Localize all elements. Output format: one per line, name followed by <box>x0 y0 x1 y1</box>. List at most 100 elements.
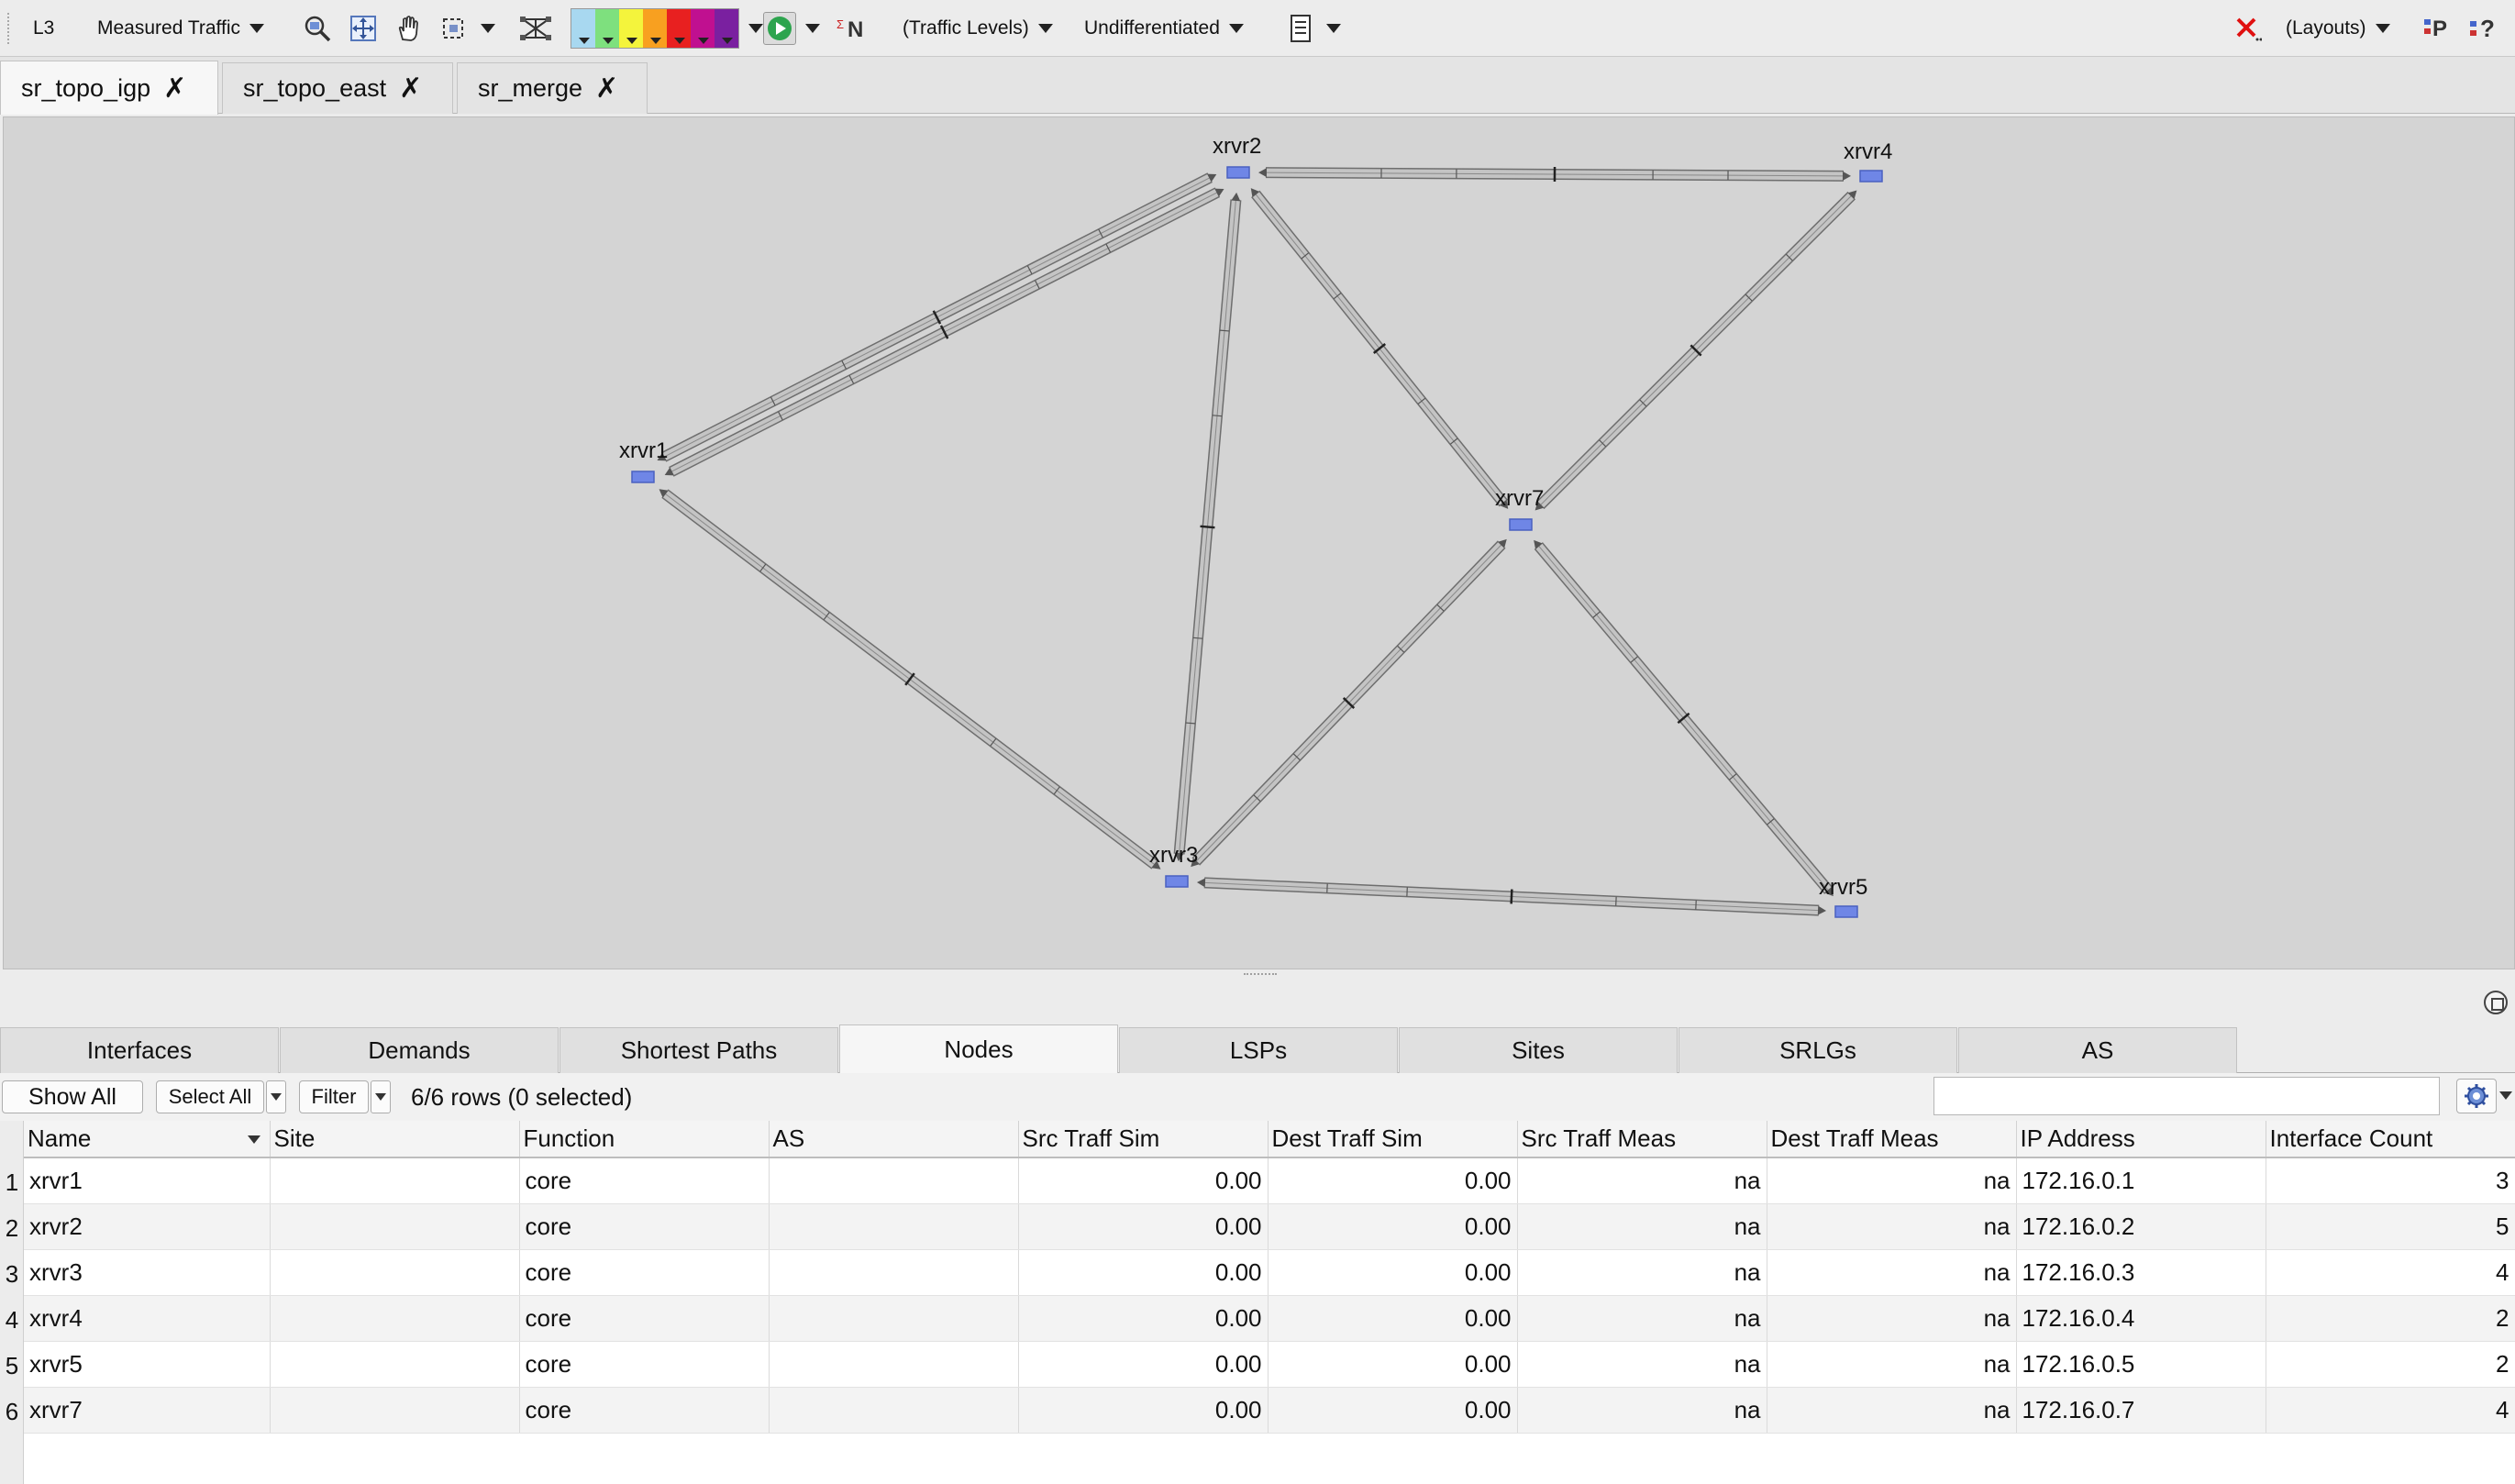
table-search-input[interactable] <box>1933 1077 2440 1115</box>
legend-swatch[interactable] <box>667 9 691 48</box>
row-number[interactable]: 6 <box>0 1389 24 1434</box>
show-all-button[interactable]: Show All <box>2 1080 143 1113</box>
column-header-site[interactable]: Site <box>270 1121 520 1158</box>
close-icon[interactable]: ✗ <box>595 72 618 105</box>
column-header-src-traff-sim[interactable]: Src Traff Sim <box>1018 1121 1269 1158</box>
link-xrvr4-xrvr7[interactable] <box>1534 190 1857 511</box>
node-xrvr4[interactable] <box>1859 170 1883 183</box>
node-label[interactable]: xrvr3 <box>1149 843 1198 869</box>
topology-canvas[interactable]: xrvr1 xrvr2 xrvr3 xrvr4 xrvr5 xrvr7 <box>3 116 2515 969</box>
node-xrvr2[interactable] <box>1226 166 1250 179</box>
node-label[interactable]: xrvr2 <box>1213 134 1261 160</box>
node-xrvr3[interactable] <box>1165 875 1189 888</box>
tab-sites[interactable]: Sites <box>1399 1027 1678 1073</box>
row-number[interactable]: 2 <box>0 1205 24 1251</box>
row-number[interactable]: 4 <box>0 1297 24 1343</box>
tab-sr-merge[interactable]: sr_merge ✗ <box>457 62 648 114</box>
help-icon[interactable]: ? <box>2467 0 2500 57</box>
table-row[interactable]: xrvr4 core 0.00 0.00 na na 172.16.0.4 2 <box>24 1295 2515 1342</box>
column-header-dest-traff-meas[interactable]: Dest Traff Meas <box>1767 1121 2017 1158</box>
link-xrvr3-xrvr5[interactable] <box>1196 877 1827 916</box>
row-number[interactable]: 3 <box>0 1251 24 1297</box>
column-header-function[interactable]: Function <box>519 1121 770 1158</box>
table-settings-dropdown[interactable] <box>2497 1079 2515 1113</box>
node-xrvr5[interactable] <box>1834 905 1858 918</box>
link-xrvr1-xrvr2[interactable] <box>664 187 1224 477</box>
restore-panel-icon[interactable] <box>2484 991 2508 1014</box>
fit-icon[interactable] <box>347 0 380 57</box>
link-xrvr1-xrvr2[interactable] <box>657 172 1217 462</box>
row-number[interactable]: 1 <box>0 1159 24 1205</box>
node-label[interactable]: xrvr1 <box>619 438 668 464</box>
select-all-button[interactable]: Select All <box>156 1080 264 1113</box>
node-xrvr7[interactable] <box>1509 518 1533 531</box>
column-header-interface-count[interactable]: Interface Count <box>2266 1121 2515 1158</box>
topology-graph[interactable] <box>4 117 2515 970</box>
table-row[interactable]: xrvr7 core 0.00 0.00 na na 172.16.0.7 4 <box>24 1387 2515 1434</box>
row-number[interactable]: 5 <box>0 1343 24 1389</box>
tab-nodes[interactable]: Nodes <box>839 1024 1118 1074</box>
plan-icon[interactable]: P <box>2421 0 2454 57</box>
tab-lsps[interactable]: LSPs <box>1119 1027 1398 1073</box>
column-header-ip-address[interactable]: IP Address <box>2016 1121 2266 1158</box>
filter-button[interactable]: Filter <box>299 1080 369 1113</box>
link-xrvr2-xrvr3[interactable] <box>1173 192 1242 862</box>
close-icon[interactable]: ✗ <box>399 72 422 105</box>
table-row[interactable]: xrvr5 core 0.00 0.00 na na 172.16.0.5 2 <box>24 1341 2515 1388</box>
class-select[interactable]: Undifferentiated <box>1084 0 1244 57</box>
link-xrvr2-xrvr7[interactable] <box>1250 188 1509 509</box>
legend-swatch[interactable] <box>595 9 619 48</box>
traffic-mode-select[interactable]: Measured Traffic <box>97 0 265 57</box>
table-row[interactable]: xrvr1 core 0.00 0.00 na na 172.16.0.1 3 <box>24 1157 2515 1204</box>
table-cell-name: xrvr1 <box>24 1157 271 1204</box>
link-xrvr1-xrvr3[interactable] <box>659 489 1161 869</box>
table-cell-interface-count: 2 <box>2266 1341 2515 1388</box>
link-xrvr7-xrvr5[interactable] <box>1534 539 1834 897</box>
pan-hand-icon[interactable] <box>393 0 426 57</box>
table-row[interactable]: xrvr3 core 0.00 0.00 na na 172.16.0.3 4 <box>24 1249 2515 1296</box>
play-button[interactable] <box>763 0 820 57</box>
filter-dropdown[interactable] <box>371 1080 391 1113</box>
node-label[interactable]: xrvr5 <box>1819 875 1867 901</box>
tab-srlgs[interactable]: SRLGs <box>1679 1027 1957 1073</box>
tab-sr-topo-igp[interactable]: sr_topo_igp ✗ <box>0 61 218 115</box>
toolbar-grip[interactable] <box>7 13 13 44</box>
table-cell-src-traff-meas: na <box>1517 1203 1767 1250</box>
table-cell-function: core <box>519 1341 770 1388</box>
column-header-src-traff-meas[interactable]: Src Traff Meas <box>1517 1121 1767 1158</box>
n-icon[interactable]: NΣ <box>835 0 868 57</box>
node-label[interactable]: xrvr7 <box>1495 486 1544 512</box>
tab-demands[interactable]: Demands <box>280 1027 559 1073</box>
traffic-levels-select[interactable]: (Traffic Levels) <box>903 0 1053 57</box>
node-xrvr1[interactable] <box>631 471 655 483</box>
legend-swatch[interactable] <box>643 9 667 48</box>
column-header-dest-traff-sim[interactable]: Dest Traff Sim <box>1268 1121 1518 1158</box>
close-icon[interactable]: ✗ <box>163 72 186 105</box>
tab-interfaces[interactable]: Interfaces <box>0 1027 279 1073</box>
column-header-name[interactable]: Name <box>24 1121 271 1158</box>
panel-splitter[interactable] <box>0 969 2515 982</box>
legend-swatch[interactable] <box>691 9 715 48</box>
legend-swatch[interactable] <box>571 9 595 48</box>
tab-sr-topo-east[interactable]: sr_topo_east ✗ <box>222 62 453 114</box>
network-icon[interactable] <box>519 0 552 57</box>
tab-shortest-paths[interactable]: Shortest Paths <box>560 1027 838 1073</box>
traffic-legend[interactable] <box>571 0 763 57</box>
link-xrvr2-xrvr4[interactable] <box>1258 166 1852 183</box>
table-settings-button[interactable] <box>2456 1079 2497 1113</box>
tab-as[interactable]: AS <box>1958 1027 2237 1073</box>
link-xrvr3-xrvr7[interactable] <box>1191 538 1507 868</box>
table-cell-name: xrvr4 <box>24 1295 271 1342</box>
column-header-as[interactable]: AS <box>769 1121 1019 1158</box>
legend-swatch[interactable] <box>715 9 738 48</box>
node-label[interactable]: xrvr4 <box>1844 139 1892 165</box>
layouts-select[interactable]: (Layouts) <box>2286 0 2390 57</box>
report-icon[interactable] <box>1284 0 1341 57</box>
zoom-icon[interactable] <box>301 0 334 57</box>
layer-label[interactable]: L3 <box>33 0 54 57</box>
select-rect-icon[interactable] <box>438 0 495 57</box>
table-row[interactable]: xrvr2 core 0.00 0.00 na na 172.16.0.2 5 <box>24 1203 2515 1250</box>
legend-swatch[interactable] <box>619 9 643 48</box>
clear-x-icon[interactable] <box>2231 0 2264 57</box>
select-all-dropdown[interactable] <box>266 1080 286 1113</box>
